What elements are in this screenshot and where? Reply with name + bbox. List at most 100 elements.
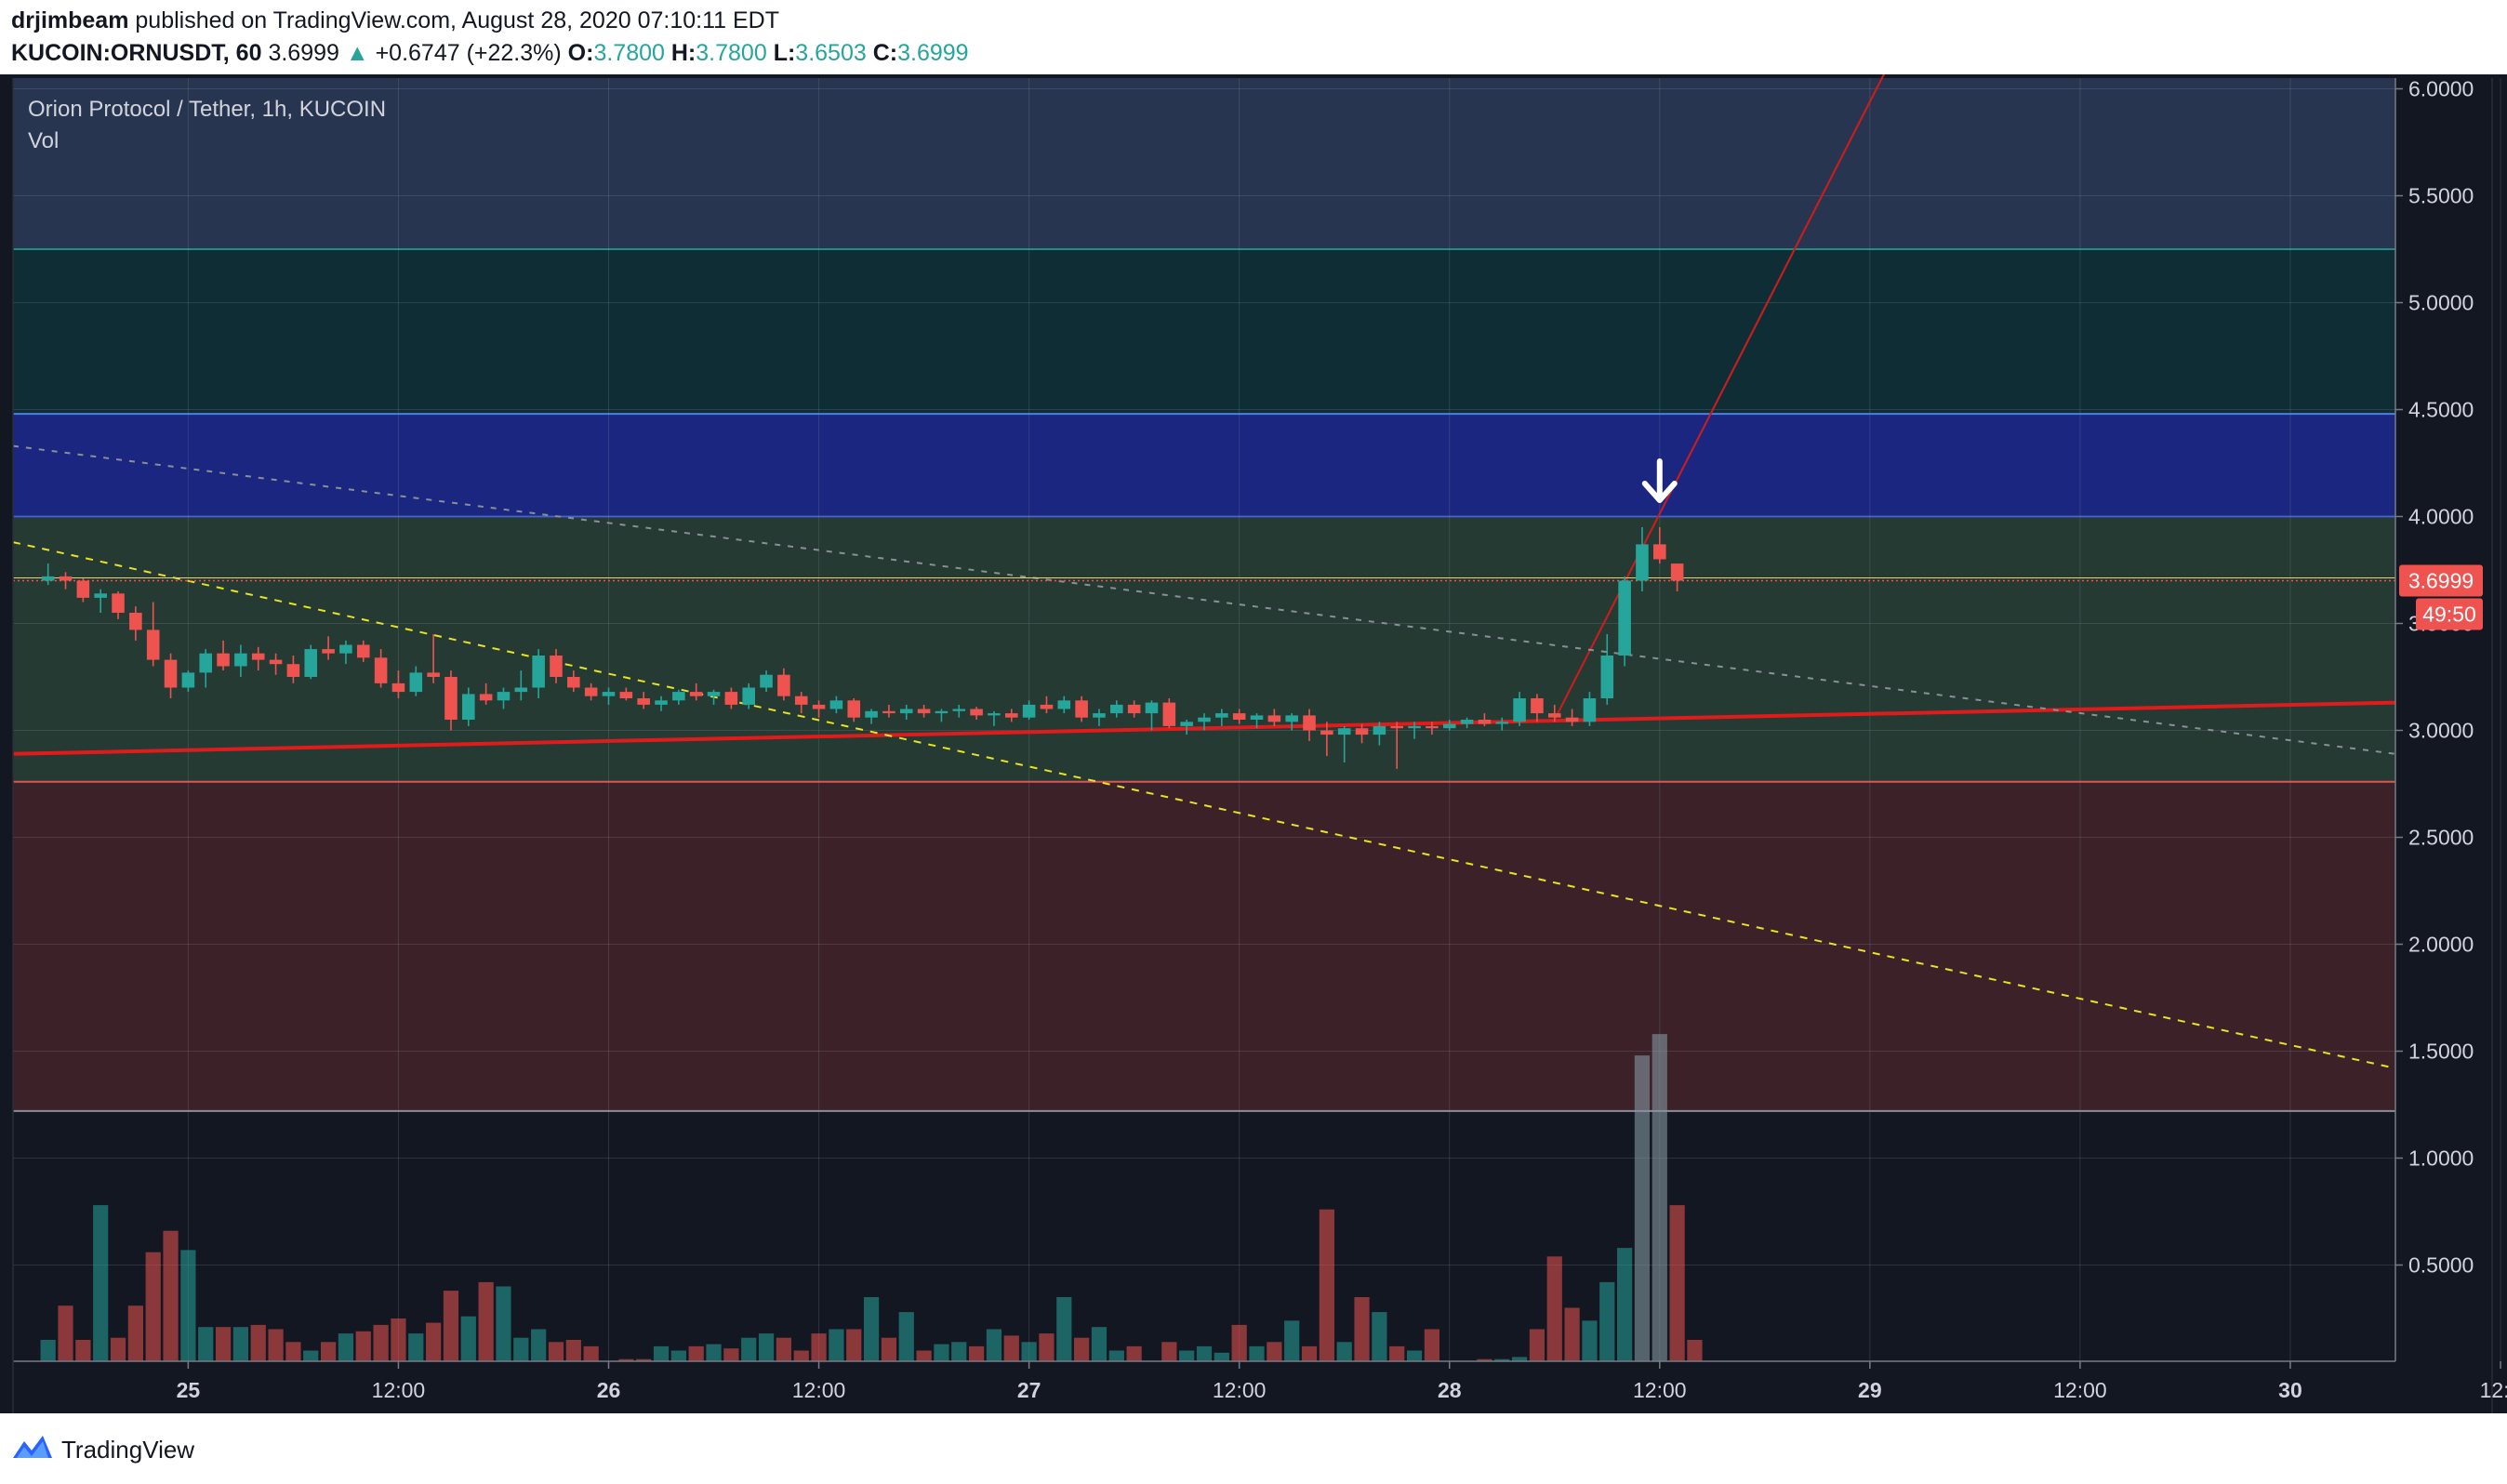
candle-body (1618, 580, 1631, 656)
volume-bar (1651, 1034, 1667, 1361)
time-tick-label: 12:00 (1633, 1378, 1687, 1402)
publication-line: drjimbeam published on TradingView.com, … (11, 7, 779, 34)
candle-body (112, 593, 125, 613)
time-tick-label: 12:00 (1213, 1378, 1267, 1402)
price-tick-label: 4.5000 (2408, 398, 2474, 422)
volume-bar (443, 1291, 459, 1361)
volume-bar (373, 1324, 389, 1361)
volume-bar (40, 1340, 56, 1361)
candle-body (1215, 713, 1228, 718)
candle-body (689, 692, 703, 696)
candle-body (917, 709, 931, 714)
price-tick-label: 2.0000 (2408, 933, 2474, 957)
candle-body (988, 713, 1001, 716)
volume-bar (496, 1286, 511, 1361)
candle-body (129, 613, 142, 630)
volume-bar (811, 1333, 827, 1361)
candle-body (1337, 728, 1351, 735)
candle-body (1390, 725, 1404, 729)
volume-bar (1214, 1352, 1229, 1361)
volume-bar (986, 1329, 1002, 1361)
volume-bar (688, 1345, 704, 1361)
volume-bar (1039, 1333, 1055, 1361)
candle-body (1495, 722, 1509, 724)
candle-body (479, 694, 493, 701)
candle-body (146, 629, 160, 660)
volume-legend[interactable]: Vol (28, 128, 59, 154)
candle-body (1232, 713, 1246, 720)
volume-bar (1687, 1340, 1703, 1361)
volume-bar (829, 1329, 844, 1361)
volume-bar (1319, 1209, 1334, 1361)
volume-bar (1336, 1342, 1352, 1361)
volume-bar (531, 1329, 547, 1361)
candle-body (1355, 728, 1369, 735)
candle-body (760, 674, 773, 688)
volume-bar (1372, 1312, 1387, 1361)
volume-bar (1599, 1281, 1615, 1361)
volume-bar (741, 1337, 757, 1361)
volume-bar (58, 1305, 73, 1361)
candle-body (1075, 700, 1088, 718)
volume-bar (75, 1340, 91, 1361)
candle-body (1320, 730, 1333, 735)
candle-body (41, 576, 55, 581)
volume-bar (1249, 1345, 1265, 1361)
candle-body (1267, 715, 1281, 722)
candle-body (1600, 656, 1614, 698)
candle-body (1057, 700, 1071, 709)
volume-bar (1634, 1055, 1651, 1361)
time-tick-label: 29 (1858, 1378, 1882, 1402)
author-name[interactable]: drjimbeam (11, 7, 128, 33)
candle-body (286, 664, 300, 677)
volume-bar (1389, 1345, 1405, 1361)
volume-bar (1267, 1342, 1282, 1361)
chart-legend-title[interactable]: Orion Protocol / Tether, 1h, KUCOIN (28, 97, 386, 123)
volume-bar (1056, 1297, 1072, 1361)
countdown-badge-label: 49:50 (2422, 603, 2476, 627)
volume-bar (706, 1344, 722, 1361)
volume-bar (758, 1333, 775, 1361)
candle-body (637, 698, 650, 705)
candle-body (567, 677, 580, 688)
volume-bar (1231, 1324, 1247, 1361)
volume-bar (1003, 1335, 1019, 1361)
candle-body (1426, 725, 1439, 729)
volume-bar (1284, 1320, 1300, 1361)
candle-body (619, 692, 633, 698)
high-value: 3.7800 (696, 40, 767, 66)
candle-body (655, 700, 668, 705)
volume-bar (127, 1305, 143, 1361)
candle-body (970, 709, 983, 716)
price-zone (13, 516, 2395, 782)
candle-body (1653, 544, 1666, 560)
change-up-icon: ▲ (345, 40, 369, 66)
tradingview-logo-icon[interactable] (11, 1432, 54, 1460)
price-zone (13, 249, 2395, 415)
price-tick-label: 0.5000 (2408, 1253, 2474, 1278)
last-price-badge-label: 3.6999 (2408, 569, 2474, 593)
candle-body (742, 687, 755, 705)
chart-canvas[interactable]: 6.00005.50005.00004.50004.00003.50003.00… (0, 67, 2507, 1413)
candle-body (532, 656, 545, 688)
time-tick-label: 26 (597, 1378, 621, 1402)
candle-body (672, 692, 685, 701)
candle-body (427, 672, 440, 677)
time-tick-label: 12:0 (2480, 1378, 2507, 1402)
volume-bar (1179, 1350, 1195, 1361)
volume-bar (846, 1329, 862, 1361)
time-tick-label: 28 (1438, 1378, 1462, 1402)
candle-body (1145, 702, 1159, 714)
candle-body (1093, 713, 1106, 718)
volume-bar (1196, 1345, 1213, 1361)
tradingview-brand[interactable]: TradingView (61, 1436, 194, 1464)
candle-body (1408, 725, 1421, 729)
price-tick-label: 3.0000 (2408, 719, 2474, 743)
volume-bar (1669, 1205, 1685, 1361)
chart-area[interactable]: 6.00005.50005.00004.50004.00003.50003.00… (0, 67, 2507, 1413)
volume-bar (583, 1345, 599, 1361)
volume-bar (268, 1329, 284, 1361)
volume-bar (303, 1350, 319, 1361)
candle-body (269, 659, 283, 665)
candle-body (1670, 563, 1684, 581)
